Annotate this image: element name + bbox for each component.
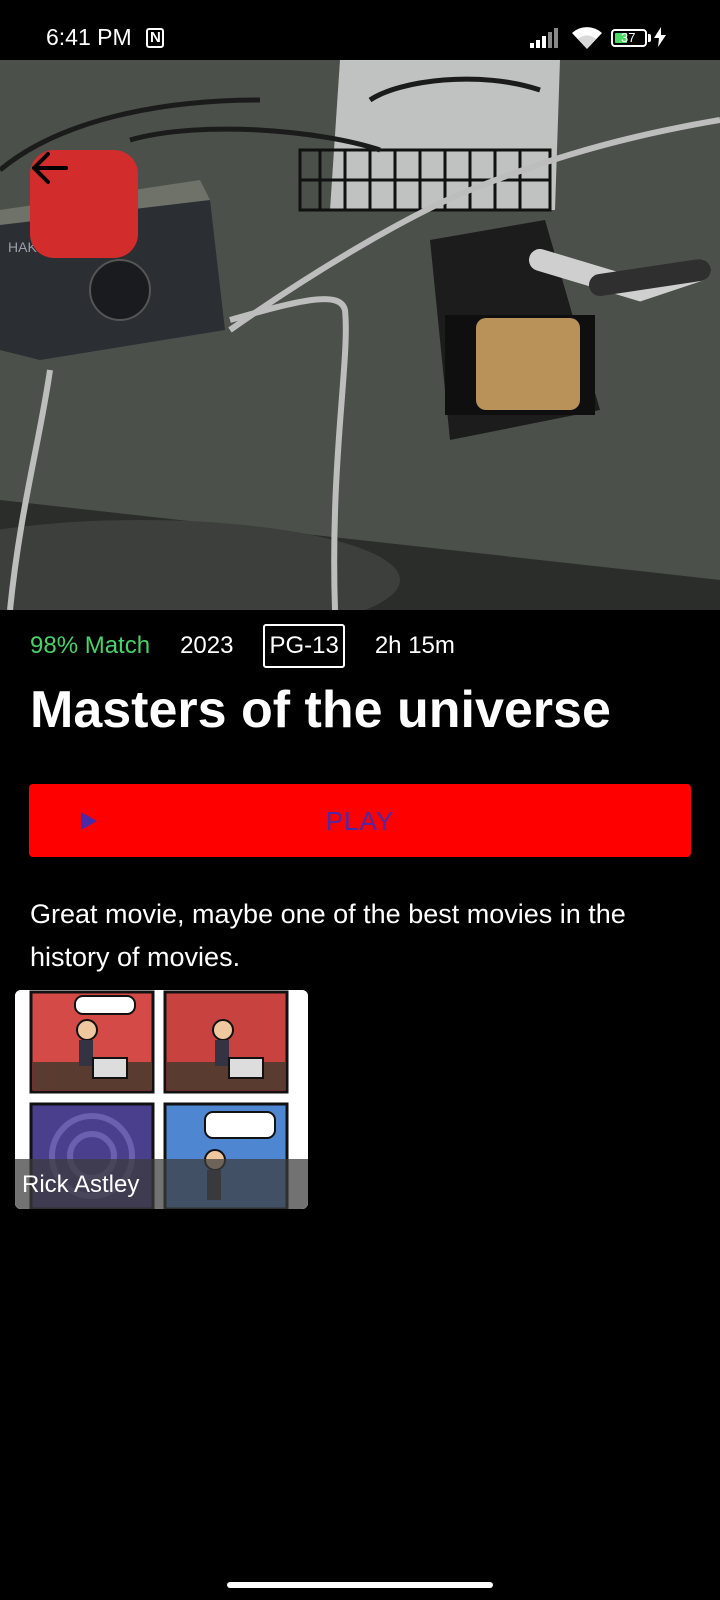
cast-card[interactable]: Rick Astley: [15, 990, 308, 1209]
movie-description: Great movie, maybe one of the best movie…: [30, 899, 626, 972]
charging-icon: [654, 27, 666, 47]
back-button[interactable]: [30, 150, 138, 258]
battery-icon: 37: [611, 29, 647, 47]
cast-name: Rick Astley: [22, 1171, 140, 1198]
hero-backdrop-image: HAKKO 936: [0, 60, 720, 610]
movie-meta-row: 98% Match 2023 PG-13 2h 15m: [30, 624, 455, 668]
nfc-icon: [146, 28, 164, 48]
rating-badge: PG-13: [263, 624, 345, 668]
duration: 2h 15m: [374, 632, 455, 659]
status-time: 6:41 PM: [46, 24, 132, 50]
battery-level: 37: [621, 30, 636, 45]
arrow-left-icon: [32, 152, 68, 184]
match-percentage: 98% Match: [30, 632, 151, 659]
cast-name-bar: Rick Astley: [15, 1159, 308, 1209]
wifi-icon: [572, 27, 602, 49]
play-button-label: PLAY: [325, 806, 395, 836]
release-year: 2023: [180, 632, 234, 659]
status-bar: 6:41 PM 37: [0, 0, 720, 60]
home-indicator[interactable]: [227, 1582, 493, 1588]
movie-title: Masters of the universe: [30, 681, 611, 739]
signal-icon: [530, 28, 558, 48]
play-button[interactable]: PLAY: [29, 784, 691, 857]
hero-photo: HAKKO 936: [0, 60, 720, 610]
